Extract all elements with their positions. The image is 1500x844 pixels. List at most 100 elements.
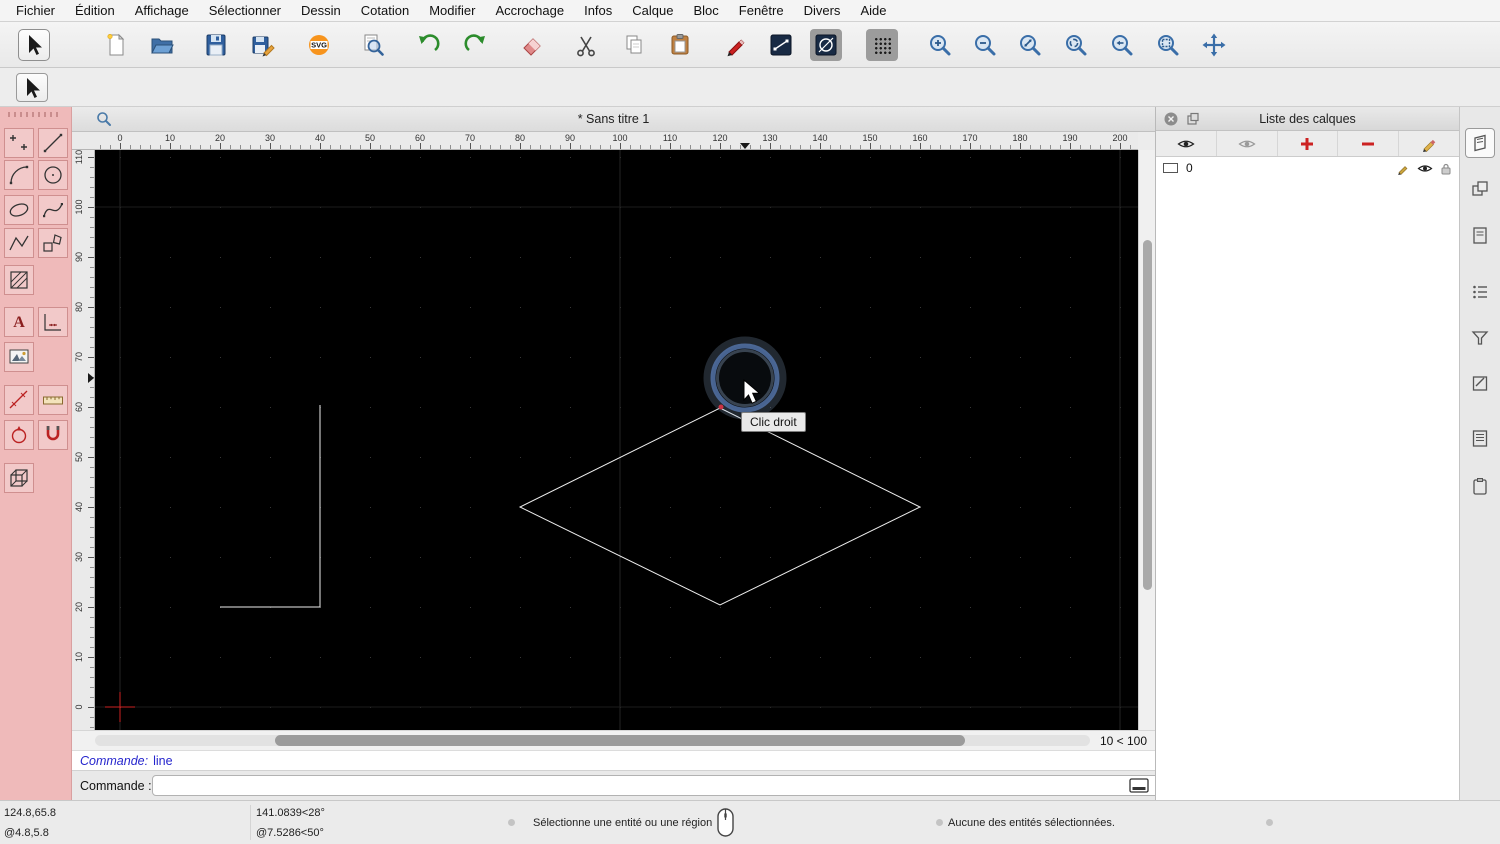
ruler-number: 30 <box>264 133 276 143</box>
layer-lock-icon[interactable] <box>1440 162 1452 175</box>
circle-slash-icon <box>815 34 837 56</box>
ruler-number: 100 <box>612 133 628 143</box>
layer-color-box[interactable] <box>1163 163 1178 173</box>
grid-status: 10 < 100 <box>1099 734 1147 748</box>
save-as-button[interactable] <box>247 29 279 61</box>
remove-layer-button[interactable] <box>1338 131 1400 156</box>
menu-bloc[interactable]: Bloc <box>683 0 728 22</box>
select-tool-button[interactable] <box>18 29 50 61</box>
vertical-scrollbar-thumb[interactable] <box>1143 240 1152 590</box>
layer-row[interactable]: 0 <box>1156 157 1459 179</box>
palette-handle[interactable] <box>8 112 62 117</box>
copy-button[interactable] <box>618 29 650 61</box>
hatch-tool[interactable] <box>4 265 34 295</box>
layers-panel-title: Liste des calques <box>1259 111 1356 126</box>
save-button[interactable] <box>200 29 232 61</box>
ruler-tick <box>570 143 571 149</box>
layer-edit-icon[interactable] <box>1397 162 1410 175</box>
hide-all-layers-button[interactable] <box>1217 131 1278 156</box>
pan-button[interactable] <box>1198 29 1230 61</box>
menu-accrochage[interactable]: Accrochage <box>485 0 574 22</box>
zoom-auto-button[interactable] <box>1014 29 1046 61</box>
horizontal-scrollbar-thumb[interactable] <box>275 735 965 746</box>
polygon-tool[interactable] <box>38 228 68 258</box>
circle-tool[interactable] <box>38 160 68 190</box>
arc-tool[interactable] <box>4 160 34 190</box>
zoom-previous-button[interactable] <box>1106 29 1138 61</box>
menu-edition[interactable]: Édition <box>65 0 125 22</box>
command-input[interactable] <box>152 775 1192 796</box>
grid-toggle-button[interactable] <box>866 29 898 61</box>
layer-visibility-icon[interactable] <box>1417 163 1433 174</box>
paste-button[interactable] <box>664 29 696 61</box>
dock-icon-5[interactable] <box>1465 323 1495 353</box>
menu-infos[interactable]: Infos <box>574 0 622 22</box>
menu-cotation[interactable]: Cotation <box>351 0 419 22</box>
drawing-canvas[interactable] <box>95 150 1138 730</box>
ruler-tick <box>820 143 821 149</box>
redo-button[interactable] <box>460 29 492 61</box>
menu-fichier[interactable]: Fichier <box>6 0 65 22</box>
pen-button[interactable] <box>720 29 752 61</box>
detach-panel-icon[interactable] <box>1186 112 1200 126</box>
show-all-layers-button[interactable] <box>1156 131 1217 156</box>
zoom-redraw-button[interactable] <box>1060 29 1092 61</box>
polyline-tool[interactable] <box>4 228 34 258</box>
document-titlebar: * Sans titre 1 <box>72 107 1155 132</box>
dock-icon-4[interactable] <box>1465 277 1495 307</box>
ruler-tool[interactable] <box>38 385 68 415</box>
ruler-tick <box>88 357 94 358</box>
ruler-number: 150 <box>862 133 878 143</box>
add-layer-button[interactable] <box>1278 131 1339 156</box>
points-tool[interactable] <box>4 128 34 158</box>
spline-tool[interactable] <box>38 195 68 225</box>
horizontal-scrollbar[interactable] <box>95 735 1090 746</box>
dimension-tool[interactable] <box>38 307 68 337</box>
new-file-button[interactable] <box>100 29 132 61</box>
print-preview-button[interactable] <box>357 29 389 61</box>
dock-icon-8[interactable] <box>1465 471 1495 501</box>
zoom-out-button[interactable] <box>969 29 1001 61</box>
close-icon[interactable] <box>1164 112 1178 126</box>
edit-layer-button[interactable] <box>1399 131 1459 156</box>
image-tool[interactable] <box>4 342 34 372</box>
undo-button[interactable] <box>412 29 444 61</box>
menu-calque[interactable]: Calque <box>622 0 683 22</box>
menu-modifier[interactable]: Modifier <box>419 0 485 22</box>
entity-attributes-button[interactable] <box>810 29 842 61</box>
measure-tool[interactable] <box>4 385 34 415</box>
menu-divers[interactable]: Divers <box>794 0 851 22</box>
open-file-button[interactable] <box>146 29 178 61</box>
export-svg-button[interactable]: SVG <box>303 29 335 61</box>
ruler-tick <box>320 143 321 149</box>
menu-dessin[interactable]: Dessin <box>291 0 351 22</box>
copy-icon <box>626 35 642 54</box>
snap-tool[interactable] <box>38 420 68 450</box>
command-history-label: Commande: <box>80 753 149 768</box>
menu-fenetre[interactable]: Fenêtre <box>729 0 794 22</box>
pen-attributes-button[interactable] <box>765 29 797 61</box>
mouse-icon <box>716 807 736 838</box>
menu-selectionner[interactable]: Sélectionner <box>199 0 291 22</box>
dock-icon-3[interactable] <box>1465 220 1495 250</box>
zoom-in-button[interactable] <box>924 29 956 61</box>
menu-affichage[interactable]: Affichage <box>125 0 199 22</box>
dock-icon-6[interactable] <box>1465 368 1495 398</box>
dock-icon-7[interactable] <box>1465 423 1495 453</box>
text-tool[interactable]: A <box>4 307 34 337</box>
modify-tool[interactable] <box>4 420 34 450</box>
ruler-tick <box>720 143 721 149</box>
ellipse-tool[interactable] <box>4 195 34 225</box>
erase-button[interactable] <box>516 29 548 61</box>
dock-icon-2[interactable] <box>1465 174 1495 204</box>
dock-icon-1[interactable] <box>1465 128 1495 158</box>
zoom-window-button[interactable] <box>1152 29 1184 61</box>
cut-button[interactable] <box>570 29 602 61</box>
layers-toolbar <box>1156 131 1459 157</box>
line-tool[interactable] <box>38 128 68 158</box>
keyboard-icon[interactable] <box>1129 778 1149 793</box>
cube-tool[interactable] <box>4 463 34 493</box>
vertical-scrollbar[interactable] <box>1138 150 1155 730</box>
select-arrow-button[interactable] <box>16 73 48 102</box>
menu-aide[interactable]: Aide <box>850 0 896 22</box>
